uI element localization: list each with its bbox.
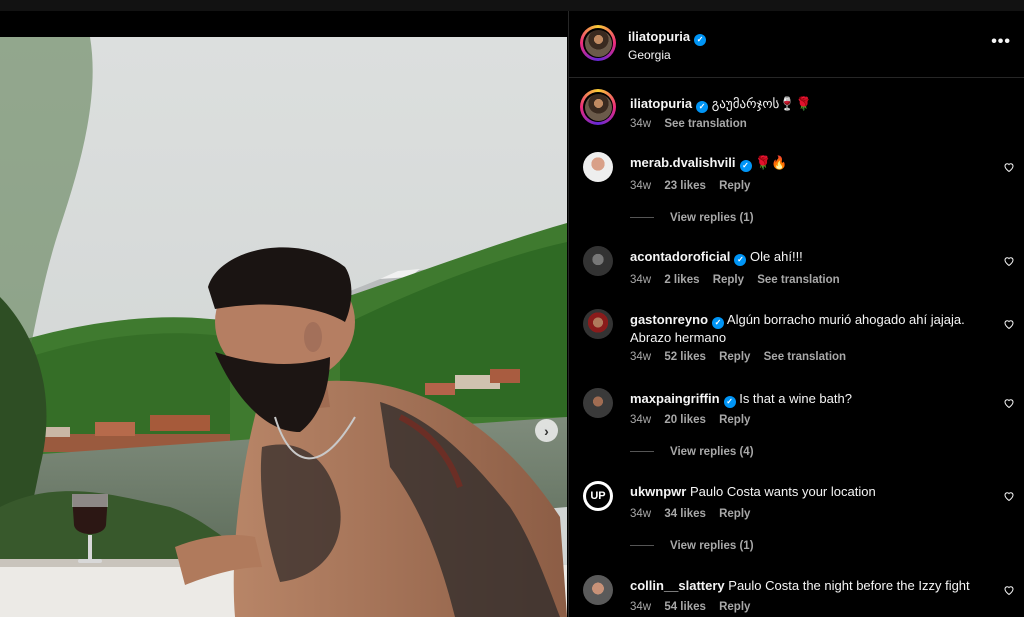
post-header: iliatopuria ✓ Georgia ••• xyxy=(569,11,1024,78)
comment-item: maxpaingriffin ✓ Is that a wine bath? 34w… xyxy=(569,388,1024,468)
reply-button[interactable]: Reply xyxy=(713,274,744,286)
caption-username[interactable]: iliatopuria xyxy=(630,96,692,111)
comment-item: gastonreyno ✓ Algún borracho murió ahogad… xyxy=(569,309,1024,371)
reply-button[interactable]: Reply xyxy=(719,601,750,613)
caption: iliatopuria ✓ გაუმარჯოს🍷🌹 34w See transla… xyxy=(569,89,1024,139)
see-translation-link[interactable]: See translation xyxy=(757,274,839,286)
see-translation-link[interactable]: See translation xyxy=(664,118,746,130)
see-translation-link[interactable]: See translation xyxy=(764,351,846,363)
comment-text: Ole ahí!!! xyxy=(750,249,803,264)
post-photo[interactable]: › xyxy=(0,37,567,617)
more-options-icon[interactable]: ••• xyxy=(991,33,1011,51)
comment-time: 34w xyxy=(630,508,652,520)
view-replies-button[interactable]: View replies (1) xyxy=(630,212,754,224)
comment-text: Paulo Costa the night before the Izzy fi… xyxy=(728,578,970,593)
verified-badge-icon: ✓ xyxy=(739,159,752,172)
post-location[interactable]: Georgia xyxy=(628,48,671,62)
comment-text: 🌹🔥 xyxy=(755,155,788,170)
caption-time: 34w xyxy=(630,118,652,130)
post-details-panel: iliatopuria ✓ Georgia ••• iliatopuria ✓ გა… xyxy=(568,11,1024,617)
comment-time: 34w xyxy=(630,601,652,613)
view-replies-button[interactable]: View replies (4) xyxy=(630,446,754,458)
media-top-strip xyxy=(0,11,568,37)
heart-icon[interactable] xyxy=(1003,161,1015,173)
comment-likes[interactable]: 52 likes xyxy=(664,351,706,363)
comment-username[interactable]: ukwnpwr xyxy=(630,484,686,499)
verified-badge-icon: ✓ xyxy=(723,395,736,408)
comment-username[interactable]: maxpaingriffin xyxy=(630,391,720,406)
view-replies-button[interactable]: View replies (1) xyxy=(630,540,754,552)
comment-likes[interactable]: 2 likes xyxy=(664,274,699,286)
comment-item: collin__slattery Paulo Costa the night b… xyxy=(569,575,1024,617)
comment-item: merab.dvalishvili ✓ 🌹🔥 34w 23 likes Reply… xyxy=(569,152,1024,232)
comment-username[interactable]: collin__slattery xyxy=(630,578,725,593)
comment-username[interactable]: acontadoroficial xyxy=(630,249,730,264)
comment-time: 34w xyxy=(630,180,652,192)
verified-badge-icon: ✓ xyxy=(694,33,707,46)
comment-likes[interactable]: 54 likes xyxy=(664,601,706,613)
commenter-avatar[interactable] xyxy=(583,388,613,418)
heart-icon[interactable] xyxy=(1003,490,1015,502)
comment-time: 34w xyxy=(630,351,652,363)
comment-item: acontadoroficial ✓ Ole ahí!!! 34w 2 likes… xyxy=(569,246,1024,296)
commenter-avatar[interactable] xyxy=(583,575,613,605)
commenter-avatar[interactable] xyxy=(583,246,613,276)
comment-time: 34w xyxy=(630,414,652,426)
comment-item: UP ukwnpwr Paulo Costa wants your locati… xyxy=(569,481,1024,561)
comment-text: Is that a wine bath? xyxy=(739,391,852,406)
comment-likes[interactable]: 23 likes xyxy=(664,180,706,192)
next-photo-button[interactable]: › xyxy=(535,419,558,442)
reply-button[interactable]: Reply xyxy=(719,351,750,363)
comment-username[interactable]: merab.dvalishvili xyxy=(630,155,736,170)
heart-icon[interactable] xyxy=(1003,584,1015,596)
comment-username[interactable]: gastonreyno xyxy=(630,312,708,327)
reply-button[interactable]: Reply xyxy=(719,414,750,426)
comment-text: Paulo Costa wants your location xyxy=(689,484,876,499)
heart-icon[interactable] xyxy=(1003,397,1015,409)
caption-text: გაუმარჯოს🍷🌹 xyxy=(711,96,812,111)
reply-button[interactable]: Reply xyxy=(719,508,750,520)
caption-avatar[interactable] xyxy=(580,89,616,125)
verified-badge-icon: ✓ xyxy=(712,316,725,329)
commenter-avatar[interactable] xyxy=(583,152,613,182)
verified-badge-icon: ✓ xyxy=(734,253,747,266)
top-bar xyxy=(0,0,1024,11)
up-logo-icon: UP xyxy=(586,484,610,508)
comment-likes[interactable]: 20 likes xyxy=(664,414,706,426)
heart-icon[interactable] xyxy=(1003,318,1015,330)
heart-icon[interactable] xyxy=(1003,255,1015,267)
comment-time: 34w xyxy=(630,274,652,286)
reply-button[interactable]: Reply xyxy=(719,180,750,192)
comment-likes[interactable]: 34 likes xyxy=(664,508,706,520)
photo-illustration xyxy=(0,37,567,617)
verified-badge-icon: ✓ xyxy=(696,100,709,113)
commenter-avatar[interactable]: UP xyxy=(583,481,613,511)
commenter-avatar[interactable] xyxy=(583,309,613,339)
author-username[interactable]: iliatopuria xyxy=(628,29,690,44)
author-avatar[interactable] xyxy=(580,25,616,61)
